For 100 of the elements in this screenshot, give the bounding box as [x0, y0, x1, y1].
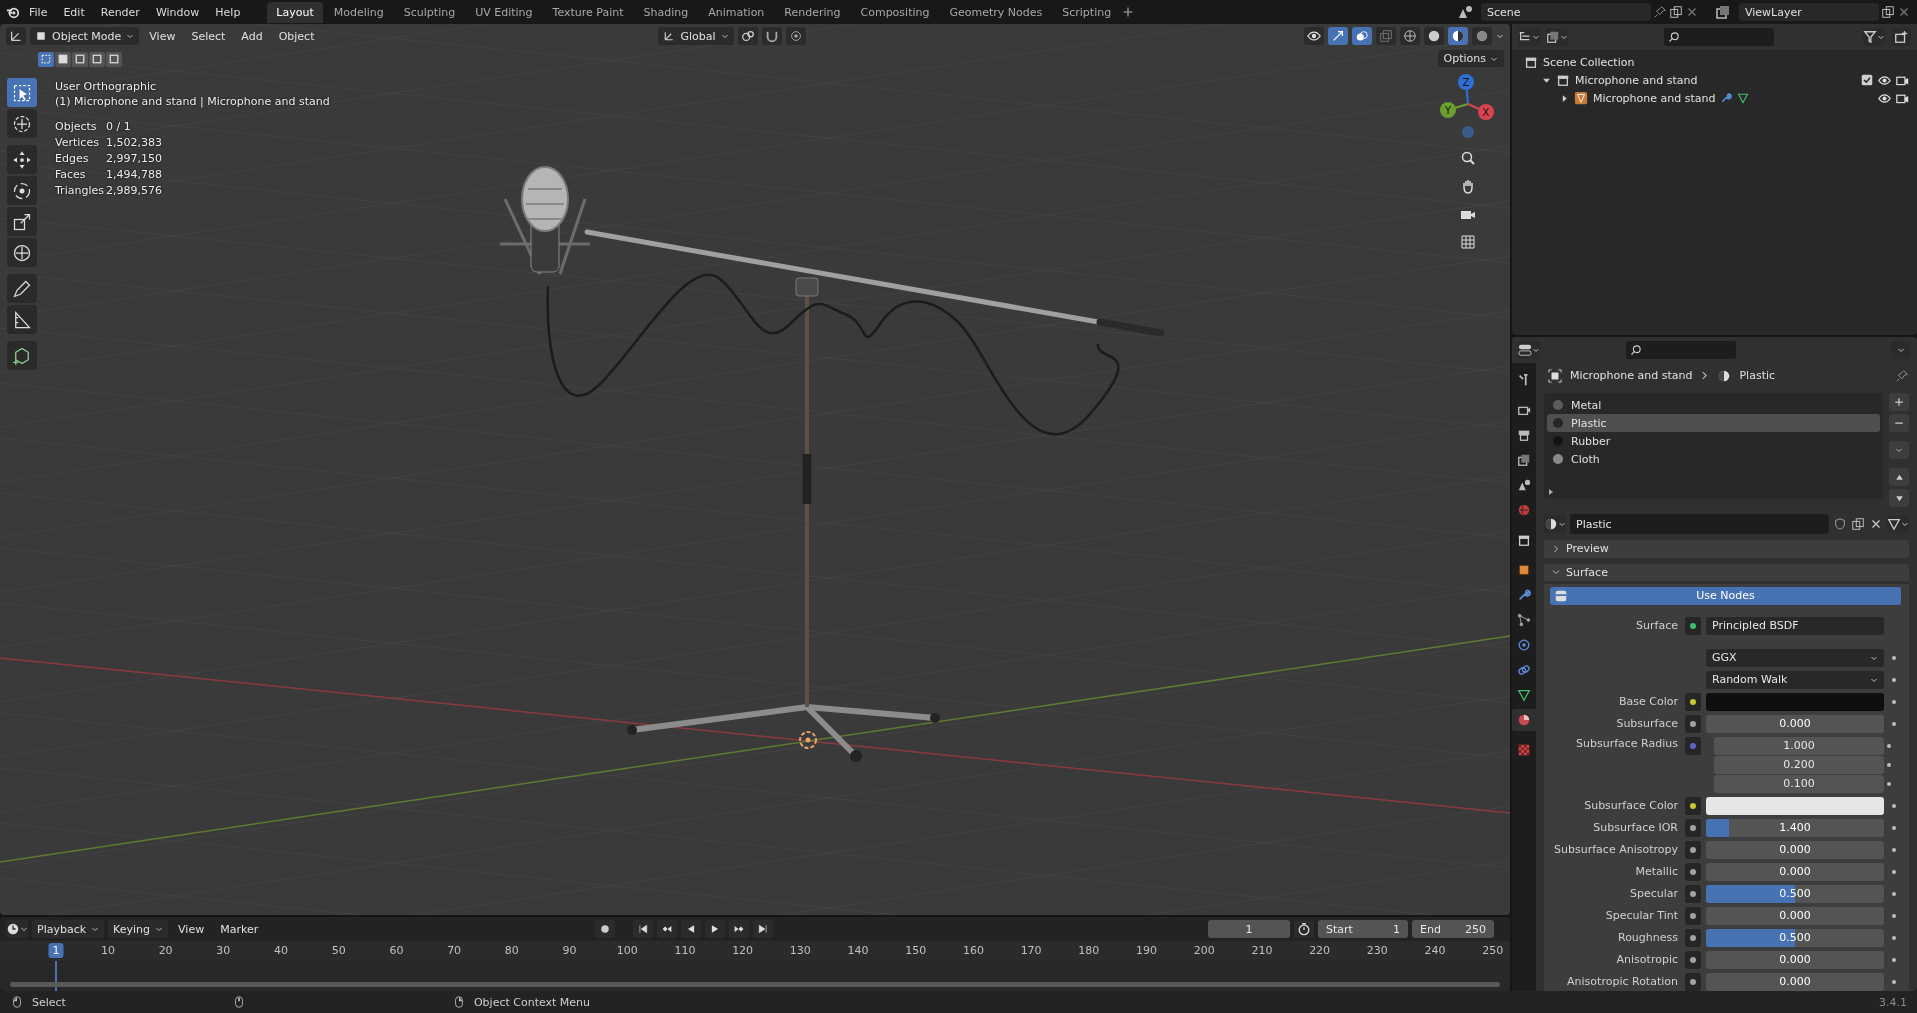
field-label: Metallic	[1634, 865, 1679, 879]
number-field[interactable]: 0.000	[1706, 973, 1884, 991]
timeline-menu[interactable]: Playback	[32, 920, 105, 938]
workspace-tab[interactable]: UV Editing	[466, 1, 542, 23]
stat-value: 1,494,788	[106, 168, 163, 181]
outliner-item-label[interactable]: Scene Collection	[1543, 55, 1635, 69]
frame-tick-label: 200	[1193, 944, 1215, 957]
header-menu[interactable]: View	[143, 27, 182, 45]
frame-tick-label: 210	[1251, 944, 1273, 957]
workspace-tab[interactable]: Modeling	[324, 1, 393, 23]
material-slot[interactable]: Metal	[1547, 396, 1880, 415]
field-label: Subsurface IOR	[1592, 821, 1679, 835]
stat-label: Triangles	[55, 184, 105, 197]
mode-dropdown[interactable]: Object Mode	[30, 27, 140, 45]
frame-tick-label: 170	[1020, 944, 1042, 957]
dropdown-field[interactable]: GGX	[1706, 649, 1884, 667]
number-field[interactable]: 0.100	[1714, 775, 1884, 793]
material-name-field[interactable]: Plastic	[1570, 514, 1829, 535]
field-label: Specular	[1628, 887, 1679, 901]
field-label: Subsurface Radius	[1575, 737, 1679, 750]
workspace-tab[interactable]: Sculpting	[394, 1, 465, 23]
frame-tick-label: 100	[616, 944, 638, 957]
stat-value: 0 / 1	[106, 120, 132, 133]
header-menu[interactable]: Select	[185, 27, 232, 45]
timeline-menu[interactable]: Marker	[214, 920, 265, 938]
frame-tick-label: 40	[274, 944, 288, 957]
number-field[interactable]: 0.000	[1706, 951, 1884, 969]
stat-label: Faces	[55, 168, 87, 181]
field-label: Anisotropic	[1615, 953, 1679, 967]
header-menu[interactable]: Object	[272, 27, 321, 45]
field-label: Subsurface Anisotropy	[1553, 843, 1679, 857]
panel-header[interactable]: Preview	[1544, 540, 1909, 558]
shader-field[interactable]: Principled BSDF	[1706, 617, 1884, 635]
material-slot[interactable]: Cloth	[1547, 450, 1880, 469]
use-nodes-button[interactable]: Use Nodes	[1550, 587, 1901, 605]
frame-tick-label: 80	[504, 944, 519, 957]
workspace-tab[interactable]: Scripting	[1053, 1, 1121, 23]
workspace-tab[interactable]: Rendering	[775, 1, 850, 23]
timeline-menu[interactable]: Keying	[108, 920, 169, 938]
view-layer-selector[interactable]: ViewLayer	[1739, 3, 1879, 21]
number-field[interactable]: 0.000	[1706, 841, 1884, 859]
workspace-tab[interactable]: Animation	[699, 1, 774, 23]
field-label: Specular Tint	[1604, 909, 1679, 923]
material-slot[interactable]: Plastic	[1547, 414, 1880, 433]
stat-label: Vertices	[55, 136, 100, 149]
frame-tick-label: 30	[216, 944, 231, 957]
end-frame-field[interactable]: End 250	[1412, 920, 1494, 938]
status-hint: Object Context Menu	[473, 995, 591, 1009]
number-field[interactable]: 0.500	[1706, 885, 1884, 903]
workspace-tab[interactable]: Compositing	[851, 1, 939, 23]
menu-item[interactable]: File	[22, 2, 55, 22]
header-menu[interactable]: Add	[235, 27, 269, 45]
menu-item[interactable]: Window	[148, 2, 207, 22]
options-dropdown[interactable]: Options	[1437, 50, 1504, 67]
number-field[interactable]: 1.400	[1706, 819, 1884, 837]
status-hint: Select	[32, 995, 66, 1009]
frame-tick-label: 60	[389, 944, 404, 957]
number-field[interactable]: 1.000	[1714, 737, 1884, 755]
object-name: (1) Microphone and stand | Microphone and stand	[55, 95, 330, 108]
frame-tick-label: 110	[674, 944, 696, 957]
stat-value: 2,989,576	[106, 184, 163, 197]
frame-tick-label: 90	[562, 944, 577, 957]
number-field[interactable]: 0.200	[1714, 756, 1884, 774]
start-frame-field[interactable]: Start 1	[1318, 920, 1408, 938]
frame-tick-label: 120	[732, 944, 754, 957]
material-slot[interactable]: Rubber	[1547, 432, 1880, 451]
number-field[interactable]: 0.000	[1706, 863, 1884, 881]
current-frame-indicator[interactable]: 1	[48, 943, 64, 958]
menu-item[interactable]: Help	[208, 2, 248, 22]
frame-tick-label: 150	[905, 944, 927, 957]
breadcrumb-object: Microphone and stand	[1570, 369, 1693, 383]
field-label: Anisotropic Rotation	[1566, 975, 1679, 989]
workspace-tab[interactable]: Texture Paint	[543, 1, 633, 23]
workspace-tab[interactable]: Geometry Nodes	[940, 1, 1052, 23]
breadcrumb-material: Plastic	[1739, 369, 1776, 383]
field-label: Roughness	[1617, 931, 1679, 945]
workspace-tab[interactable]: Shading	[634, 1, 698, 23]
menu-item[interactable]: Edit	[56, 2, 92, 22]
timeline-menu[interactable]: View	[172, 920, 211, 938]
frame-tick-label: 230	[1366, 944, 1388, 957]
view-name: User Orthographic	[55, 80, 158, 93]
workspace-tab[interactable]: Layout	[267, 1, 323, 23]
orientation-dropdown[interactable]: Global	[658, 27, 734, 45]
menu-item[interactable]: Render	[93, 2, 147, 22]
field-label: Subsurface	[1615, 717, 1679, 731]
panel-header[interactable]: Surface	[1544, 563, 1909, 581]
number-field[interactable]: 0.000	[1706, 715, 1884, 733]
outliner-item-label[interactable]: Microphone and stand	[1593, 91, 1716, 105]
outliner-item-label[interactable]: Microphone and stand	[1575, 73, 1698, 87]
field-label: Surface	[1635, 619, 1679, 633]
number-field[interactable]: 0.500	[1706, 929, 1884, 947]
stat-value: 1,502,383	[106, 136, 163, 149]
current-frame-field[interactable]: 1	[1208, 920, 1290, 938]
dropdown-field[interactable]: Random Walk	[1706, 671, 1884, 689]
scene-selector[interactable]: Scene	[1481, 3, 1651, 21]
field-label: Subsurface Color	[1583, 799, 1679, 813]
frame-tick-label: 190	[1136, 944, 1157, 957]
frame-tick-label: 220	[1309, 944, 1331, 957]
number-field[interactable]: 0.000	[1706, 907, 1884, 925]
frame-tick-label: 160	[962, 944, 984, 957]
